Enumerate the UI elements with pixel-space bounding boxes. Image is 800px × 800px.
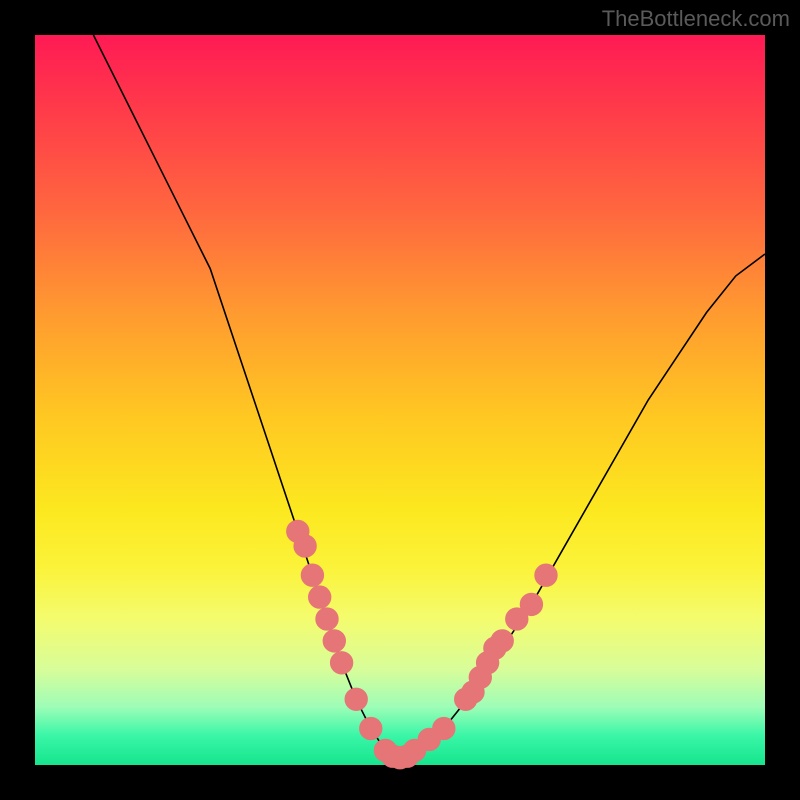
chart-data-point bbox=[538, 567, 554, 583]
chart-data-point bbox=[319, 611, 335, 627]
chart-container: TheBottleneck.com bbox=[0, 0, 800, 800]
chart-data-point bbox=[494, 633, 510, 649]
chart-data-point bbox=[334, 655, 350, 671]
chart-data-point bbox=[348, 691, 364, 707]
chart-data-point bbox=[509, 611, 525, 627]
chart-plot bbox=[35, 35, 765, 765]
chart-data-point bbox=[436, 720, 452, 736]
chart-data-point bbox=[523, 596, 539, 612]
chart-data-point bbox=[304, 567, 320, 583]
chart-data-point bbox=[297, 538, 313, 554]
chart-data-point bbox=[363, 720, 379, 736]
watermark-text: TheBottleneck.com bbox=[602, 6, 790, 32]
chart-markers bbox=[290, 523, 554, 765]
chart-data-point bbox=[326, 633, 342, 649]
chart-curve bbox=[93, 35, 765, 758]
chart-data-point bbox=[312, 589, 328, 605]
